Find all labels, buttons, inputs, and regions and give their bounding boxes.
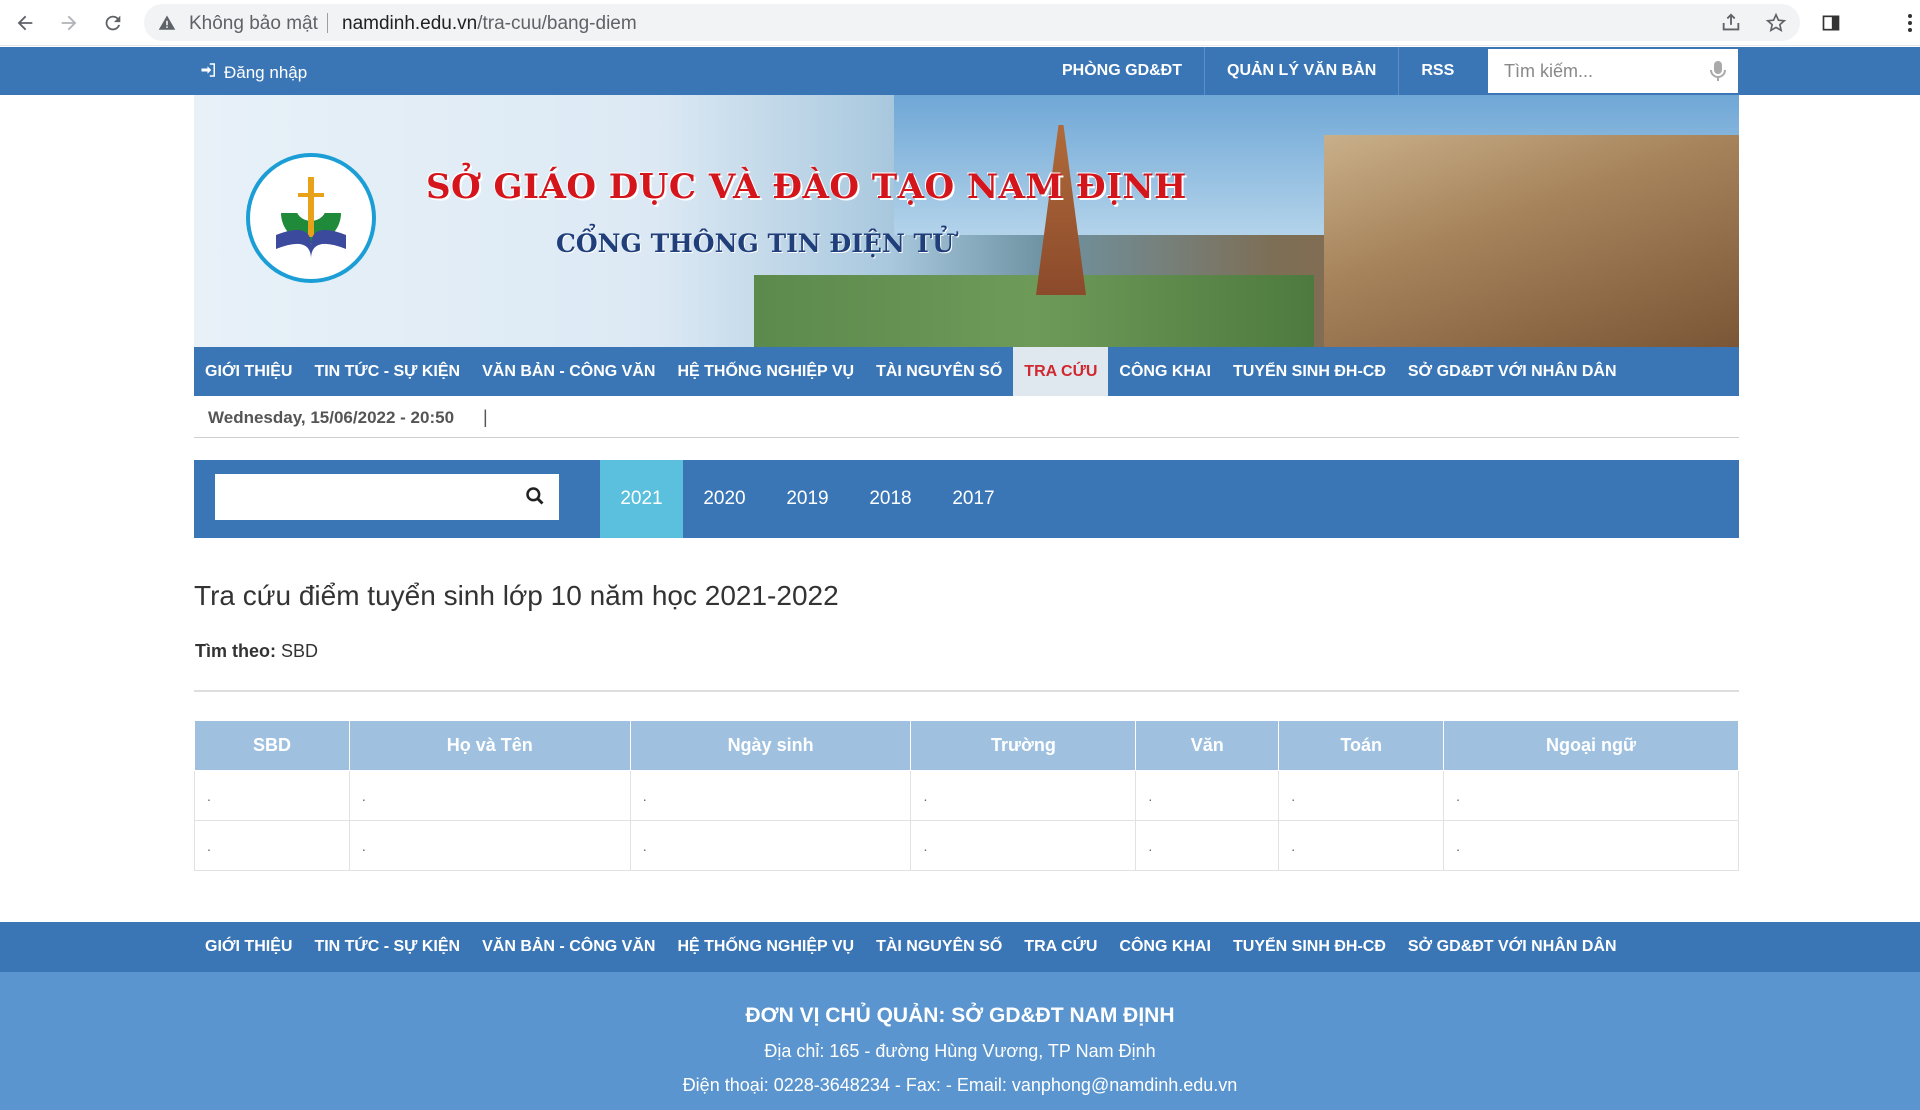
page-title: Tra cứu điểm tuyển sinh lớp 10 năm học 2… [194,580,839,611]
share-icon[interactable] [1720,12,1742,34]
lookup-search [215,474,559,520]
reload-icon[interactable] [98,8,128,38]
menu-item-gioi-thieu[interactable]: GIỚI THIỆU [194,347,303,396]
security-label[interactable]: Không bảo mật [189,13,318,35]
lookup-bar: 2021 2020 2019 2018 2017 [194,460,1739,538]
site-search-input[interactable] [1488,49,1688,93]
site-footer: ĐƠN VỊ CHỦ QUẢN: SỞ GD&ĐT NAM ĐỊNH Địa c… [0,972,1920,1110]
star-icon[interactable] [1765,12,1787,34]
banner-field-image [754,275,1314,347]
menu-item-nhan-dan[interactable]: SỞ GD&ĐT VỚI NHÂN DÂN [1397,347,1628,396]
table-cell: . [1278,820,1445,871]
top-link-rss[interactable]: RSS [1399,47,1476,95]
menu-item-tuyen-sinh[interactable]: TUYỂN SINH ĐH-CĐ [1222,347,1397,396]
kebab-menu-icon[interactable] [1900,8,1920,38]
login-link[interactable]: Đăng nhập [200,61,307,84]
menu-item-tra-cuu[interactable]: TRA CỨU [1013,347,1109,396]
year-tab-2018[interactable]: 2018 [849,460,932,538]
footer-menu-cong-khai[interactable]: CÔNG KHAI [1108,922,1222,972]
table-cell: . [1135,770,1280,821]
footer-menu: GIỚI THIỆU TIN TỨC - SỰ KIỆN VĂN BẢN - C… [0,922,1920,972]
footer-menu-nhan-dan[interactable]: SỞ GD&ĐT VỚI NHÂN DÂN [1397,922,1628,972]
footer-menu-he-thong[interactable]: HỆ THỐNG NGHIỆP VỤ [666,922,865,972]
forward-arrow-icon[interactable] [54,8,84,38]
search-icon[interactable] [525,486,545,511]
footer-menu-tra-cuu[interactable]: TRA CỨU [1013,922,1108,972]
classroom-image [1324,135,1739,347]
find-by: Tìm theo: SBD [195,641,318,662]
table-cell: . [629,770,912,821]
menu-item-van-ban[interactable]: VĂN BẢN - CÔNG VĂN [471,347,666,396]
table-row: . . . . . . . [194,770,1739,821]
sign-in-icon [200,61,218,84]
top-link-quan-ly-van-ban[interactable]: QUẢN LÝ VĂN BẢN [1205,47,1400,95]
table-cell: . [1135,820,1280,871]
table-cell: . [348,770,631,821]
table-cell: . [194,820,350,871]
table-cell: . [910,820,1137,871]
column-header-ngay-sinh: Ngày sinh [629,720,912,771]
results-table: SBD Họ và Tên Ngày sinh Trường Văn Toán … [194,720,1739,871]
login-label: Đăng nhập [224,62,308,82]
column-header-sbd: SBD [194,720,350,771]
column-header-van: Văn [1135,720,1280,771]
year-tab-2017[interactable]: 2017 [932,460,1015,538]
menu-item-he-thong[interactable]: HỆ THỐNG NGHIỆP VỤ [666,347,865,396]
url-text[interactable]: namdinh.edu.vn/tra-cuu/bang-diem [342,13,637,35]
table-cell: . [910,770,1137,821]
browser-toolbar: Không bảo mật namdinh.edu.vn/tra-cuu/ban… [0,0,1920,46]
menu-item-cong-khai[interactable]: CÔNG KHAI [1108,347,1222,396]
table-header-row: SBD Họ và Tên Ngày sinh Trường Văn Toán … [194,720,1739,771]
microphone-icon[interactable] [1710,60,1726,87]
current-date: Wednesday, 15/06/2022 - 20:50 [208,408,455,427]
column-header-ho-ten: Họ và Tên [348,720,631,771]
year-tab-2021[interactable]: 2021 [600,460,683,538]
year-tab-2019[interactable]: 2019 [766,460,849,538]
footer-menu-tai-nguyen[interactable]: TÀI NGUYÊN SỐ [865,922,1013,972]
site-search [1488,49,1738,93]
table-cell: . [629,820,912,871]
menu-item-tin-tuc[interactable]: TIN TỨC - SỰ KIỆN [303,347,471,396]
footer-address: Địa chỉ: 165 - đường Hùng Vương, TP Nam … [764,1041,1156,1061]
url-path: /tra-cuu/bang-diem [477,13,637,34]
table-cell: . [194,770,350,821]
table-cell: . [1278,770,1445,821]
footer-menu-gioi-thieu[interactable]: GIỚI THIỆU [194,922,303,972]
column-header-toan: Toán [1278,720,1445,771]
date-separator: | [483,407,488,427]
top-links: PHÒNG GD&ĐT QUẢN LÝ VĂN BẢN RSS [1040,47,1476,95]
side-panel-icon[interactable] [1816,8,1846,38]
year-tab-2020[interactable]: 2020 [683,460,766,538]
back-arrow-icon[interactable] [10,8,40,38]
footer-org: ĐƠN VỊ CHỦ QUẢN: SỞ GD&ĐT NAM ĐỊNH [745,1004,1175,1027]
lookup-search-input[interactable] [215,474,505,520]
menu-item-tai-nguyen[interactable]: TÀI NGUYÊN SỐ [865,347,1013,396]
year-tabs: 2021 2020 2019 2018 2017 [600,460,1015,538]
address-bar[interactable]: Không bảo mật namdinh.edu.vn/tra-cuu/ban… [144,4,1800,41]
find-by-value: SBD [281,641,319,661]
column-header-truong: Trường [910,720,1137,771]
warning-icon[interactable] [158,14,176,37]
column-header-ngoai-ngu: Ngoại ngữ [1443,720,1739,771]
find-by-label: Tìm theo: [195,641,276,661]
table-cell: . [1443,820,1739,871]
footer-contact: Điện thoại: 0228-3648234 - Fax: - Email:… [682,1075,1238,1095]
banner-subtitle: CỔNG THÔNG TIN ĐIỆN TỬ [556,229,954,258]
date-bar: Wednesday, 15/06/2022 - 20:50 | [194,396,1739,438]
footer-menu-tin-tuc[interactable]: TIN TỨC - SỰ KIỆN [303,922,471,972]
site-banner: SỞ GIÁO DỤC VÀ ĐÀO TẠO NAM ĐỊNH CỔNG THÔ… [194,95,1739,347]
banner-title: SỞ GIÁO DỤC VÀ ĐÀO TẠO NAM ĐỊNH [426,167,1187,207]
top-bar: Đăng nhập PHÒNG GD&ĐT QUẢN LÝ VĂN BẢN RS… [0,47,1920,95]
url-host: namdinh.edu.vn [342,13,478,34]
footer-menu-tuyen-sinh[interactable]: TUYỂN SINH ĐH-CĐ [1222,922,1397,972]
top-link-phong-gddt[interactable]: PHÒNG GD&ĐT [1040,47,1205,95]
table-cell: . [1443,770,1739,821]
table-row: . . . . . . . [194,820,1739,871]
main-menu: GIỚI THIỆU TIN TỨC - SỰ KIỆN VĂN BẢN - C… [194,347,1739,396]
table-cell: . [348,820,631,871]
education-logo-icon[interactable] [246,153,376,283]
footer-menu-van-ban[interactable]: VĂN BẢN - CÔNG VĂN [471,922,666,972]
divider [327,13,328,33]
divider [194,690,1739,692]
